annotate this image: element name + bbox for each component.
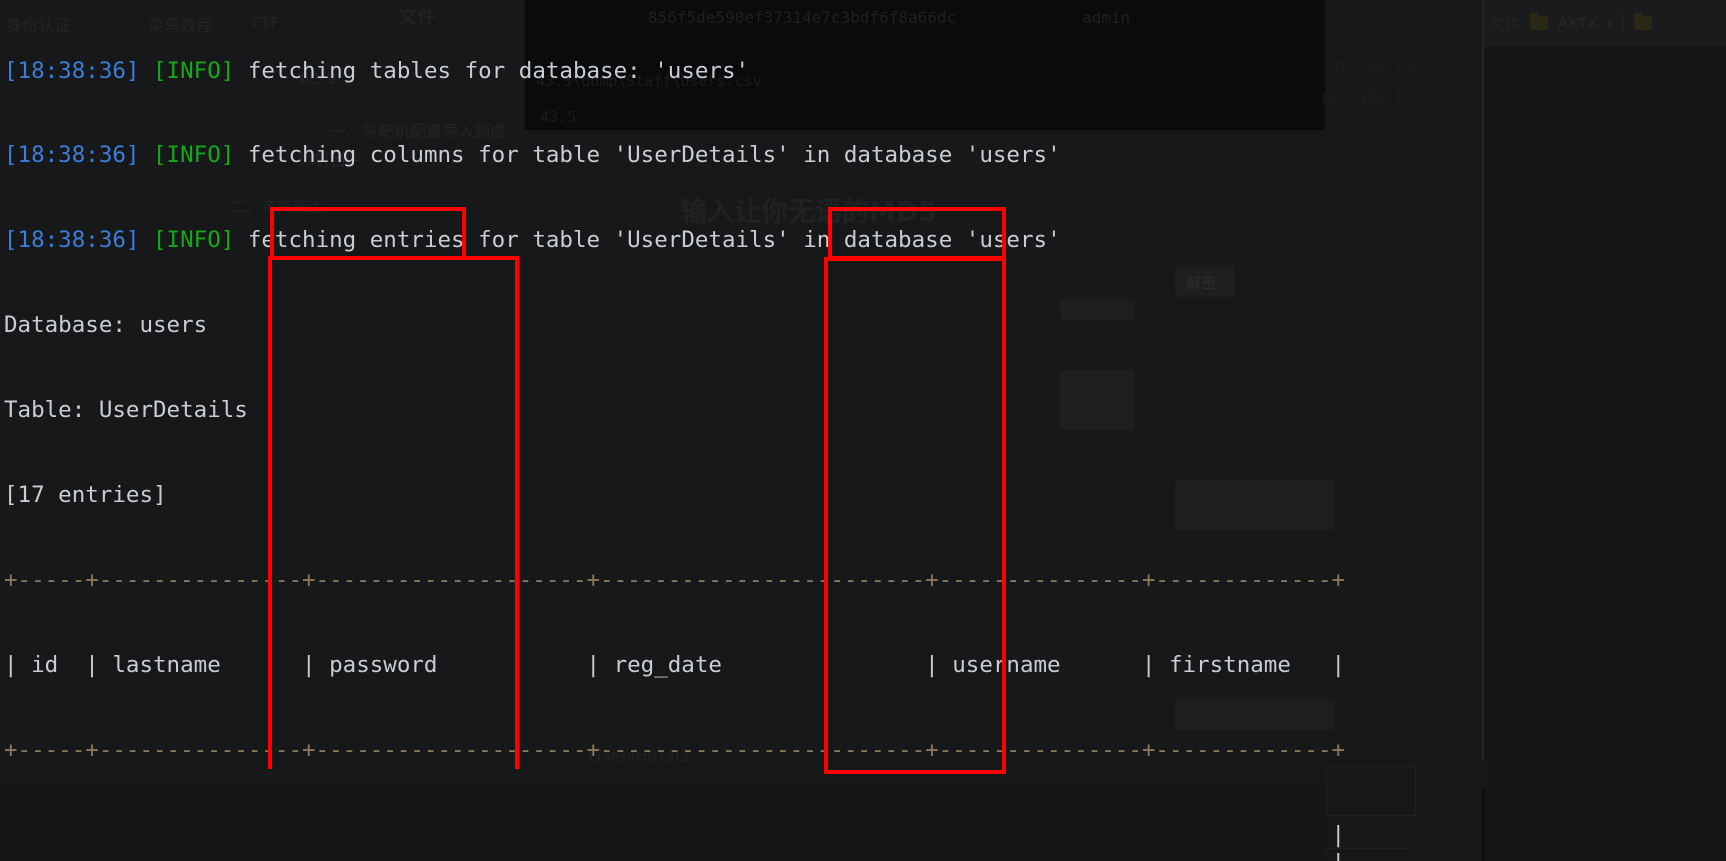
- log-level: [INFO]: [153, 227, 235, 254]
- background-divider-vertical-2: [1482, 790, 1485, 861]
- password-values-highlight[interactable]: [268, 256, 519, 769]
- table-line: Table: UserDetails: [4, 397, 248, 424]
- toolbar-divider: [1622, 14, 1624, 32]
- terminal-output: [18:38:36] [INFO] fetching tables for da…: [0, 0, 1346, 861]
- log-line-1: [18:38:36] [INFO] fetching columns for t…: [0, 141, 1326, 169]
- table-header-row: | id | lastname | password | reg_date | …: [4, 651, 1346, 678]
- breadcrumb-folder-label[interactable]: AXTX: [1558, 15, 1597, 32]
- username-values-highlight[interactable]: [824, 257, 1006, 774]
- background-breadcrumb-bar[interactable]: 文件 AXTX ›: [1484, 0, 1726, 46]
- log-message: fetching tables for database: 'users': [247, 57, 750, 84]
- screen-root: 文件 AXTX › 文件 大纲 身份认证 菜鸟教程 CTF DC-9 一、将靶机…: [0, 0, 1726, 861]
- ghost-path-3: put\192.16: [1322, 88, 1413, 106]
- entries-line: [17 entries]: [4, 482, 167, 509]
- folder-icon: [1530, 13, 1549, 30]
- log-line-2: [18:38:36] [INFO] fetching entries for t…: [0, 226, 1326, 254]
- background-divider-vertical: [1482, 0, 1484, 760]
- password-header-highlight[interactable]: [270, 207, 466, 260]
- table-rule-top: +-----+---------------+-----------------…: [4, 566, 1346, 593]
- username-header-highlight[interactable]: [828, 207, 1006, 260]
- log-timestamp: [18:38:36]: [4, 142, 140, 169]
- background-placeholder-box: [1326, 766, 1416, 816]
- log-message: fetching columns for table 'UserDetails'…: [247, 142, 1061, 169]
- log-timestamp: [18:38:36]: [4, 227, 140, 254]
- ghost-path-2: ut\192.168: [1330, 56, 1421, 74]
- background-cjk-label: 文件: [1490, 14, 1521, 33]
- table-rule-mid: +-----+---------------+-----------------…: [4, 736, 1346, 763]
- background-left-panel: [1326, 0, 1484, 861]
- log-level: [INFO]: [153, 57, 235, 84]
- chevron-right-icon[interactable]: ›: [1607, 13, 1613, 33]
- log-line-0: [18:38:36] [INFO] fetching tables for da…: [0, 57, 1326, 85]
- background-divider-horizontal: [1326, 848, 1412, 849]
- background-right-panel: [1484, 46, 1726, 861]
- folder-icon-2: [1633, 13, 1652, 30]
- log-timestamp: [18:38:36]: [4, 57, 140, 84]
- database-line: Database: users: [4, 312, 208, 339]
- terminal-bottom-fill: [0, 782, 1326, 861]
- log-level: [INFO]: [153, 142, 235, 169]
